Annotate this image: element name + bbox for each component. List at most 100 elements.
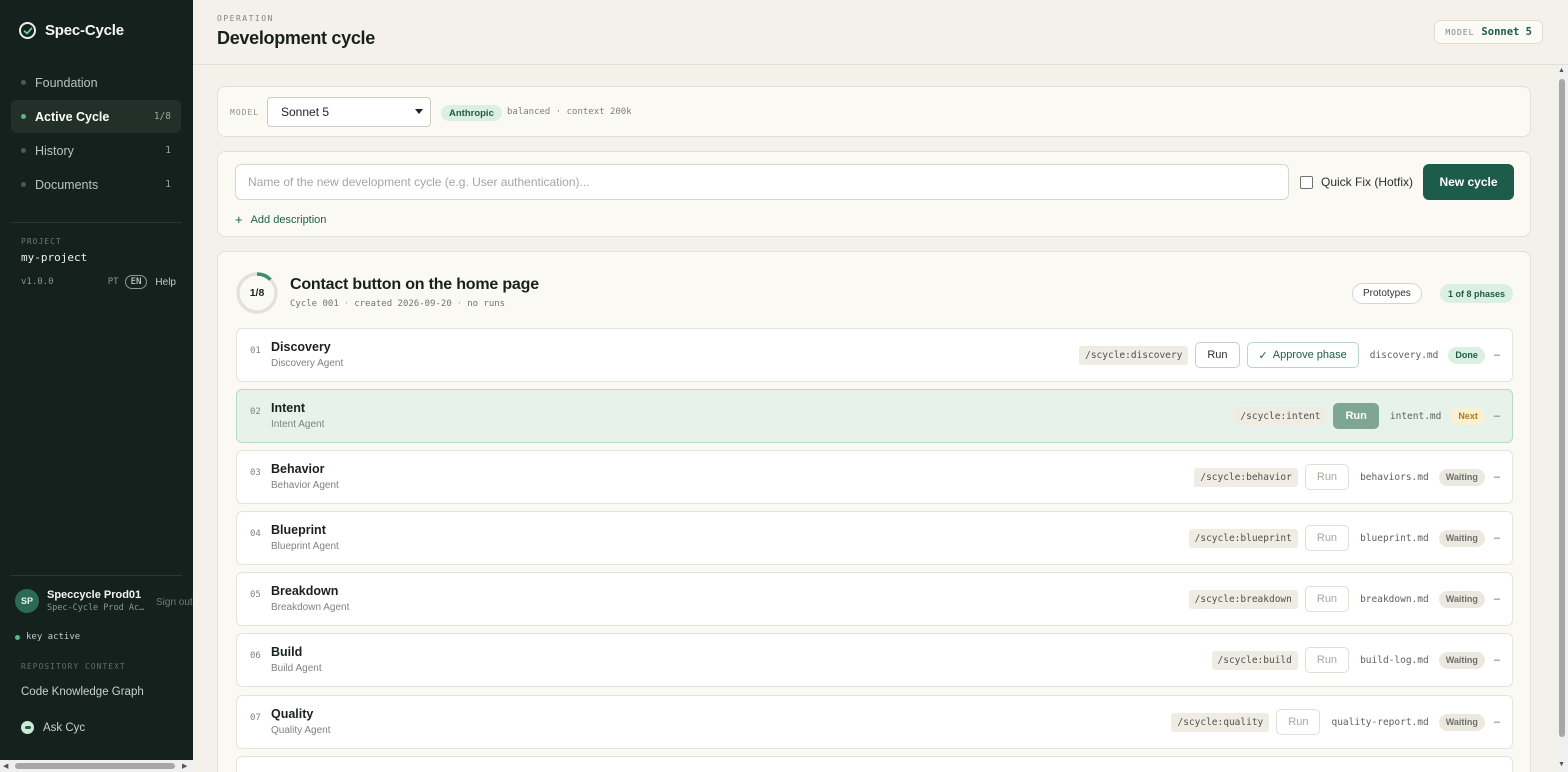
phase-command[interactable]: /scycle:behavior (1194, 467, 1298, 487)
run-button[interactable]: Run (1304, 525, 1350, 551)
divider (11, 222, 182, 223)
phase-row-build: 06 Build Build Agent /scycle:build Run b… (236, 633, 1513, 687)
phase-name: Breakdown (271, 584, 339, 598)
sidebar-item-count: 1/8 (153, 111, 171, 122)
phase-number: 03 (250, 468, 261, 478)
phase-dash: – (1493, 532, 1500, 544)
phase-command[interactable]: /scycle:build (1211, 650, 1298, 670)
phase-command[interactable]: /scycle:breakdown (1188, 589, 1298, 609)
scroll-down-icon[interactable]: ▼ (1558, 761, 1565, 768)
lang-pt-button[interactable]: PT (108, 277, 119, 287)
scrollbar-thumb[interactable] (15, 763, 175, 769)
status-badge: Waiting (1438, 590, 1485, 608)
sidebar-item-label: Active Cycle (35, 109, 110, 124)
add-description-link[interactable]: + Add description (235, 212, 326, 227)
new-cycle-card: Quick Fix (Hotfix) New cycle + Add descr… (217, 151, 1531, 237)
cycle-title: Contact button on the home page (290, 276, 539, 293)
status-badge: Waiting (1438, 651, 1485, 669)
scroll-left-icon[interactable]: ◀ (3, 762, 8, 770)
sidebar-item-count: 1 (165, 179, 171, 190)
phase-dash: – (1493, 654, 1500, 666)
phase-file[interactable]: quality-report.md (1331, 717, 1428, 728)
divider (11, 575, 182, 576)
prototypes-button[interactable]: Prototypes (1352, 283, 1422, 304)
phase-command[interactable]: /scycle:blueprint (1188, 528, 1298, 548)
phase-file[interactable]: build-log.md (1360, 655, 1429, 666)
phase-file[interactable]: intent.md (1390, 411, 1441, 422)
model-value: Sonnet 5 (1481, 26, 1532, 38)
user-name: Speccycle Prod01 (47, 589, 142, 601)
repo-caption: REPOSITORY CONTEXT (21, 662, 126, 671)
cycle-created: created 2026-09-20 (354, 299, 452, 309)
cycle-id: Cycle 001 (290, 299, 339, 309)
run-button[interactable]: Run (1304, 586, 1350, 612)
run-button[interactable]: Run (1195, 342, 1240, 368)
user-org: Spec-Cycle Prod Ac… (47, 603, 145, 613)
top-bar: OPERATION Development cycle MODEL Sonnet… (193, 0, 1568, 65)
phase-agent: Intent Agent (271, 419, 325, 430)
provider-badge: Anthropic (441, 105, 502, 121)
approve-phase-button[interactable]: ✓ Approve phase (1246, 342, 1359, 368)
phase-command[interactable]: /scycle:discovery (1079, 345, 1189, 365)
phase-dash: – (1493, 471, 1500, 483)
run-button[interactable]: Run (1333, 403, 1379, 429)
phase-command[interactable]: /scycle:quality (1171, 712, 1270, 732)
quick-fix-checkbox[interactable] (1300, 175, 1313, 189)
phase-file[interactable]: blueprint.md (1360, 533, 1429, 544)
phase-file[interactable]: discovery.md (1370, 350, 1439, 361)
run-button[interactable]: Run (1276, 709, 1321, 735)
phase-dash: – (1493, 716, 1500, 728)
operation-caption: OPERATION (217, 14, 274, 23)
phase-file[interactable]: breakdown.md (1360, 594, 1429, 605)
run-button[interactable]: Run (1304, 464, 1350, 490)
bullet-icon (21, 80, 26, 85)
horizontal-scrollbar[interactable]: ◀ ▶ (0, 760, 193, 772)
scroll-up-icon[interactable]: ▲ (1558, 67, 1565, 74)
sidebar-item-foundation[interactable]: Foundation (11, 66, 181, 99)
vertical-scrollbar[interactable]: ▲ ▼ (1556, 65, 1568, 772)
cycle-name-input[interactable] (235, 164, 1289, 200)
key-status: key active (15, 632, 80, 642)
bullet-icon (21, 182, 26, 187)
new-cycle-button[interactable]: New cycle (1423, 164, 1514, 200)
sidebar-item-label: Documents (35, 177, 99, 192)
key-status-label: key active (26, 632, 81, 642)
help-link[interactable]: Help (155, 277, 176, 288)
cycle-meta: Cycle 001 · created 2026-09-20 · no runs (290, 299, 506, 309)
scroll-right-icon[interactable]: ▶ (182, 762, 187, 770)
phase-name: Blueprint (271, 523, 326, 537)
status-badge: Waiting (1438, 713, 1485, 731)
run-button[interactable]: Run (1304, 647, 1350, 673)
phase-agent: Discovery Agent (271, 358, 344, 369)
approve-label: Approve phase (1272, 349, 1347, 361)
phase-file[interactable]: behaviors.md (1360, 472, 1429, 483)
quick-fix-toggle[interactable]: Quick Fix (Hotfix) (1300, 175, 1413, 189)
brand[interactable]: Spec-Cycle (19, 22, 124, 39)
chat-icon (21, 721, 34, 734)
sign-out-button[interactable]: Sign out (156, 597, 193, 608)
phase-command[interactable]: /scycle:intent (1234, 406, 1327, 426)
model-select[interactable]: Sonnet 5 (267, 97, 431, 127)
sidebar-item-documents[interactable]: Documents 1 (11, 168, 181, 201)
status-badge: Waiting (1438, 529, 1485, 547)
code-knowledge-graph-link[interactable]: Code Knowledge Graph (21, 686, 144, 698)
phase-row-partial (236, 756, 1513, 772)
phase-name: Build (271, 645, 303, 659)
sidebar: Spec-Cycle Foundation Active Cycle 1/8 H… (0, 0, 193, 772)
phase-number: 02 (250, 407, 261, 417)
ask-cyc-button[interactable]: Ask Cyc (21, 721, 85, 734)
status-badge: Next (1451, 407, 1485, 425)
avatar: SP (15, 589, 39, 613)
lang-en-button[interactable]: EN (124, 275, 148, 289)
sidebar-item-history[interactable]: History 1 (11, 134, 181, 167)
page-title: Development cycle (217, 28, 375, 48)
sidebar-item-active-cycle[interactable]: Active Cycle 1/8 (11, 100, 181, 133)
scrollbar-thumb[interactable] (1559, 79, 1565, 737)
model-caption: MODEL (1445, 27, 1475, 37)
phase-row-breakdown: 05 Breakdown Breakdown Agent /scycle:bre… (236, 572, 1513, 626)
ask-cyc-label: Ask Cyc (43, 721, 86, 734)
phase-agent: Quality Agent (271, 725, 331, 736)
model-meta: balanced · context 200k (507, 107, 632, 117)
plus-icon: + (235, 212, 243, 227)
chevron-down-icon (415, 109, 423, 114)
